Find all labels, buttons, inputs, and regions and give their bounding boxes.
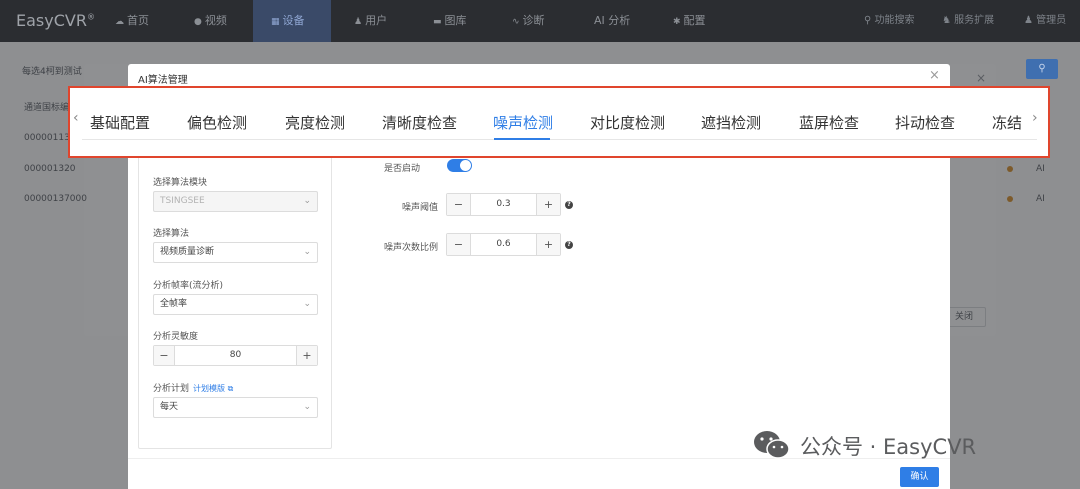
confirm-button[interactable]: 确认 (900, 467, 939, 487)
nav-item-diagnose[interactable]: ∿ 诊断 (512, 0, 545, 42)
threshold-value[interactable]: 0.3 (471, 194, 536, 215)
background-table-row: 000001320 (24, 164, 76, 174)
enable-label: 是否启动 (383, 164, 420, 174)
detection-tabs: ‹ 基础配置 偏色检测 亮度检测 清晰度检查 噪声检测 对比度检测 遮挡检测 蓝… (68, 86, 1050, 158)
watermark: 公众号 · EasyCVR (752, 428, 1052, 462)
plan-select[interactable]: 每天 ⌄ (153, 397, 318, 418)
sensitivity-increment-button[interactable]: + (296, 346, 317, 365)
search-icon: ⚲ (864, 15, 872, 26)
toggle-knob (460, 160, 471, 171)
background-ai-cell: AI (1036, 194, 1045, 204)
chevron-down-icon: ⌄ (303, 299, 311, 309)
threshold-increment-button[interactable]: + (536, 194, 560, 215)
tab-shake[interactable]: 抖动检查 (895, 112, 955, 133)
nav-service-extend[interactable]: ♞ 服务扩展 (942, 0, 994, 42)
search-icon: ⚲ (1038, 63, 1046, 74)
nav-item-user[interactable]: ♟ 用户 (354, 0, 387, 42)
module-select[interactable]: TSINGSEE ⌄ (153, 191, 318, 212)
sensitivity-value[interactable]: 80 (175, 346, 296, 365)
nav-item-video[interactable]: ● 视频 (194, 0, 227, 42)
tab-freeze[interactable]: 冻结 (992, 112, 1022, 133)
tab-occlusion[interactable]: 遮挡检测 (701, 112, 761, 133)
sensitivity-stepper: − 80 + (153, 345, 318, 366)
enable-toggle[interactable] (447, 159, 472, 172)
user-icon: ♟ (354, 17, 363, 27)
module-label: 选择算法模块 (153, 178, 208, 188)
help-icon[interactable]: ? (565, 241, 573, 249)
sensitivity-decrement-button[interactable]: − (154, 346, 175, 365)
background-status-dot (1007, 166, 1013, 172)
noise-threshold-stepper: − 0.3 + (446, 193, 561, 216)
noise-ratio-stepper: − 0.6 + (446, 233, 561, 256)
framerate-label: 分析帧率(流分析) (153, 281, 224, 291)
external-link-icon: ⧉ (227, 384, 234, 393)
background-ai-cell: AI (1036, 164, 1045, 174)
active-tab-indicator (494, 138, 550, 140)
background-status-dot (1007, 196, 1013, 202)
modal-title: AI算法管理 (138, 75, 188, 86)
tab-noise[interactable]: 噪声检测 (493, 112, 553, 133)
app-logo[interactable]: EasyCVR® (16, 11, 95, 30)
gallery-icon: ▬ (433, 17, 442, 27)
background-table-header: 通道国标编 (24, 103, 70, 113)
framerate-select[interactable]: 全帧率 ⌄ (153, 294, 318, 315)
noise-threshold-label: 噪声阈值 (401, 203, 438, 213)
device-icon: ▦ (271, 17, 280, 27)
nav-admin-menu[interactable]: ♟ 管理员 (1024, 0, 1066, 42)
video-icon: ● (194, 17, 202, 27)
ratio-increment-button[interactable]: + (536, 234, 560, 255)
background-close-icon: × (976, 71, 987, 85)
service-icon: ♞ (942, 15, 951, 26)
algorithm-select[interactable]: 视频质量诊断 ⌄ (153, 242, 318, 263)
background-breadcrumb: 每选4柯到测试 (22, 67, 82, 77)
tab-blue-screen[interactable]: 蓝屏检查 (799, 112, 859, 133)
sensitivity-label: 分析灵敏度 (153, 332, 199, 342)
background-search-button: ⚲ (1026, 59, 1058, 79)
chevron-right-icon[interactable]: › (1032, 110, 1038, 126)
chevron-down-icon: ⌄ (303, 247, 311, 257)
plan-template-link[interactable]: 计划模版 ⧉ (193, 384, 233, 393)
close-icon[interactable]: × (929, 68, 940, 83)
ratio-decrement-button[interactable]: − (447, 234, 471, 255)
avatar-icon: ♟ (1024, 15, 1033, 26)
chevron-down-icon: ⌄ (303, 196, 311, 206)
chevron-down-icon: ⌄ (303, 402, 311, 412)
nav-item-gallery[interactable]: ▬ 图库 (433, 0, 467, 42)
top-nav: EasyCVR® ☁ 首页 ● 视频 ▦ 设备 ♟ 用户 ▬ 图库 ∿ 诊断 AI 分析 ✱… (0, 0, 1080, 42)
plan-label: 分析计划 计划模版 ⧉ (153, 384, 234, 394)
nav-item-ai-analysis[interactable]: AI 分析 (594, 0, 630, 42)
nav-item-config[interactable]: ✱ 配置 (673, 0, 706, 42)
diagnose-icon: ∿ (512, 17, 520, 27)
nav-function-search[interactable]: ⚲ 功能搜索 (864, 0, 915, 42)
background-table-row: 00000137000 (24, 194, 87, 204)
tab-basic-config[interactable]: 基础配置 (90, 112, 150, 133)
tab-brightness[interactable]: 亮度检测 (285, 112, 345, 133)
nav-item-device[interactable]: ▦ 设备 (253, 0, 331, 42)
tab-contrast[interactable]: 对比度检测 (590, 112, 665, 133)
ratio-value[interactable]: 0.6 (471, 234, 536, 255)
tab-sharpness[interactable]: 清晰度检查 (382, 112, 457, 133)
nav-item-home[interactable]: ☁ 首页 (115, 0, 149, 42)
tab-color-cast[interactable]: 偏色检测 (187, 112, 247, 133)
chevron-left-icon[interactable]: ‹ (73, 110, 79, 126)
gear-icon: ✱ (673, 17, 681, 27)
help-icon[interactable]: ? (565, 201, 573, 209)
threshold-decrement-button[interactable]: − (447, 194, 471, 215)
algorithm-settings-panel: 选择算法模块 TSINGSEE ⌄ 选择算法 视频质量诊断 ⌄ 分析帧率(流分析… (138, 152, 332, 449)
algorithm-label: 选择算法 (153, 229, 190, 239)
tab-divider (82, 139, 1037, 140)
watermark-text: 公众号 · EasyCVR (800, 435, 977, 459)
noise-ratio-label: 噪声次数比例 (383, 243, 438, 253)
cloud-icon: ☁ (115, 17, 124, 27)
wechat-icon (754, 431, 790, 459)
